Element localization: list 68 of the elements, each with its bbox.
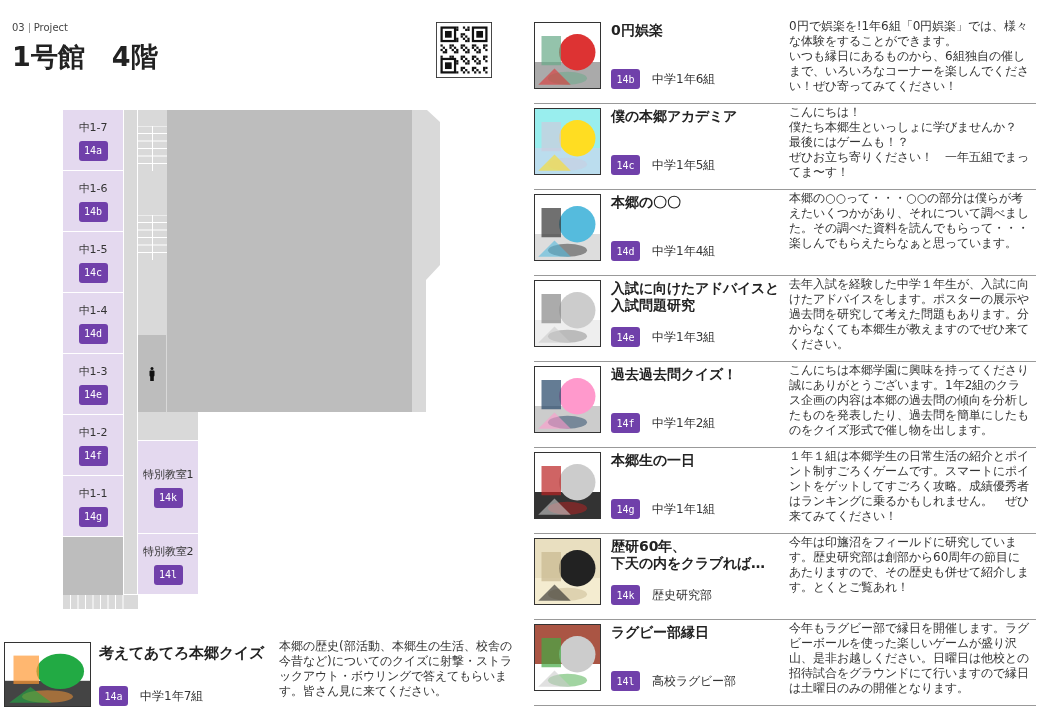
- room-label: 中1-5: [78, 241, 108, 257]
- exhibit-description: 去年入試を経験した中学１年生が、入試に向けたアドバイスをします。ポスターの展示や過去問を研究して考えた問題もあります。分からなくても本郷生が教えますのでぜひ来てください。: [789, 277, 1030, 352]
- exhibit-description: 最後にはゲームも！？: [789, 135, 910, 150]
- qr-code-icon: [436, 22, 492, 78]
- room-label: 中1-3: [78, 363, 108, 379]
- exhibit-title: 入試問題研究: [611, 296, 696, 314]
- exhibit-title: 歴研60年、: [611, 538, 688, 555]
- group-name: 中学1年6組: [652, 70, 716, 88]
- room-code: 14b: [611, 69, 640, 89]
- exhibit-description: 僕たち本郷生といっしょに学びませんか？: [789, 120, 1018, 135]
- exhibit-description: こんにちは本郷学園に興味を持ってくださり誠にありがとうございます。1年2組のクラス企画の内容は本郷の過去問の傾向を分析したものを発表したり、過去問を簡単にしたものをクイズ形式で催し物を出します。: [789, 363, 1030, 438]
- exhibit-description: １年１組は本郷学生の日常生活の紹介とポイント制すごろくゲームです。スマートにポイントをゲットしてすごろく攻略。成績優秀者はランキングに乗るかもしれません。 ぜひ来てみてください！: [789, 449, 1030, 524]
- exhibit-description: ぜひお立ち寄りください！ 一年五組でまってま〜す！: [789, 150, 1030, 180]
- room-label: 中1-6: [78, 180, 108, 196]
- room-code: 14a: [78, 140, 108, 161]
- group-name: 中学1年4組: [652, 242, 716, 260]
- exhibit-title: 下天の内をクラブれば…: [611, 554, 766, 572]
- exhibit-title: 入試に向けたアドバイスと: [611, 280, 780, 297]
- exhibit-description: 本郷の歴史(部活動、本郷生の生活、校舎の今昔など)についてのクイズに射撃・ストラックアウト・ボウリングで答えてもらいます。皆さん見に来てください。: [279, 639, 513, 700]
- room-code: 14g: [611, 499, 640, 519]
- group-name: 中学1年7組: [140, 687, 204, 705]
- exhibit-description: こんにちは！: [789, 105, 862, 120]
- exhibit-title: 本郷の〇〇: [611, 194, 682, 211]
- room-label: 特別教室1: [142, 466, 194, 482]
- room-code: 14k: [611, 585, 640, 605]
- person-icon: [149, 367, 155, 381]
- room-code: 14g: [78, 506, 108, 527]
- room-code: 14e: [78, 384, 108, 405]
- room-label: 特別教室2: [142, 543, 194, 559]
- group-name: 中学1年5組: [652, 156, 716, 174]
- room-label: 中1-1: [78, 485, 108, 501]
- group-name: 中学1年2組: [652, 414, 716, 432]
- room-code: 14c: [78, 262, 108, 283]
- room-code: 14k: [153, 487, 183, 508]
- room-code: 14d: [78, 323, 108, 344]
- stairs-drawing: [138, 215, 167, 260]
- exhibit-description: 0円で娯楽を!1年6組「0円娯楽」では、様々な体験をすることができます。: [789, 19, 1030, 49]
- room-label: 中1-2: [78, 424, 108, 440]
- unused-room: [63, 537, 123, 596]
- exhibit-description: いつも縁日にあるものから、6組独自の催しまで、いろいろなコーナーを楽しんでください！ぜひ寄ってみてください！: [789, 49, 1030, 94]
- room-code: 14l: [153, 564, 183, 585]
- room-label: 中1-7: [78, 119, 108, 135]
- room-code: 14b: [78, 201, 108, 222]
- room-code: 14f: [78, 445, 108, 466]
- exhibit-title: 本郷生の一日: [611, 452, 696, 469]
- exhibit-description: 本郷の○○って・・・○○の部分は僕らが考えたいくつかがあり、それについて調べました。その調べた資料を読んでもらって・・・楽しんでもらえたらなぁと思っています。: [789, 191, 1030, 251]
- section-label: Project: [33, 22, 68, 33]
- exhibit-title: 0円娯楽: [611, 22, 664, 39]
- exhibit-title: 過去過去問クイズ！: [611, 366, 738, 383]
- group-name: 高校ラグビー部: [652, 672, 736, 690]
- stairs-drawing: [138, 126, 167, 171]
- group-name: 中学1年3組: [652, 328, 716, 346]
- exhibit-description: 今年は印旛沼をフィールドに研究しています。歴史研究部は創部から60周年の節目にあたりますので、その歴史も併せて紹介します。とくとご覧あれ！: [789, 535, 1030, 595]
- page-title: 1号館 4階: [12, 40, 158, 74]
- room-code: 14e: [611, 327, 640, 347]
- room-code: 14f: [611, 413, 640, 433]
- page-number: 03: [12, 22, 25, 33]
- exhibit-title: 考えてあてろ本郷クイズ: [99, 644, 266, 662]
- room-code: 14d: [611, 241, 640, 261]
- exhibit-description: 今年もラグビー部で縁日を開催します。ラグビーボールを使った楽しいゲームが盛り沢山、是非お越しください。日曜日は他校との招待試合をグラウンドにて行いますので縁日は土曜日のみの開催となります。: [789, 621, 1030, 696]
- room-code: 14c: [611, 155, 640, 175]
- room-code: 14l: [611, 671, 640, 691]
- room-code: 14a: [99, 686, 128, 706]
- room-label: 中1-4: [78, 302, 108, 318]
- exhibit-title: 僕の本郷アカデミア: [611, 108, 738, 125]
- exhibit-title: ラグビー部縁日: [611, 624, 710, 641]
- group-name: 歴史研究部: [652, 586, 712, 604]
- group-name: 中学1年1組: [652, 500, 716, 518]
